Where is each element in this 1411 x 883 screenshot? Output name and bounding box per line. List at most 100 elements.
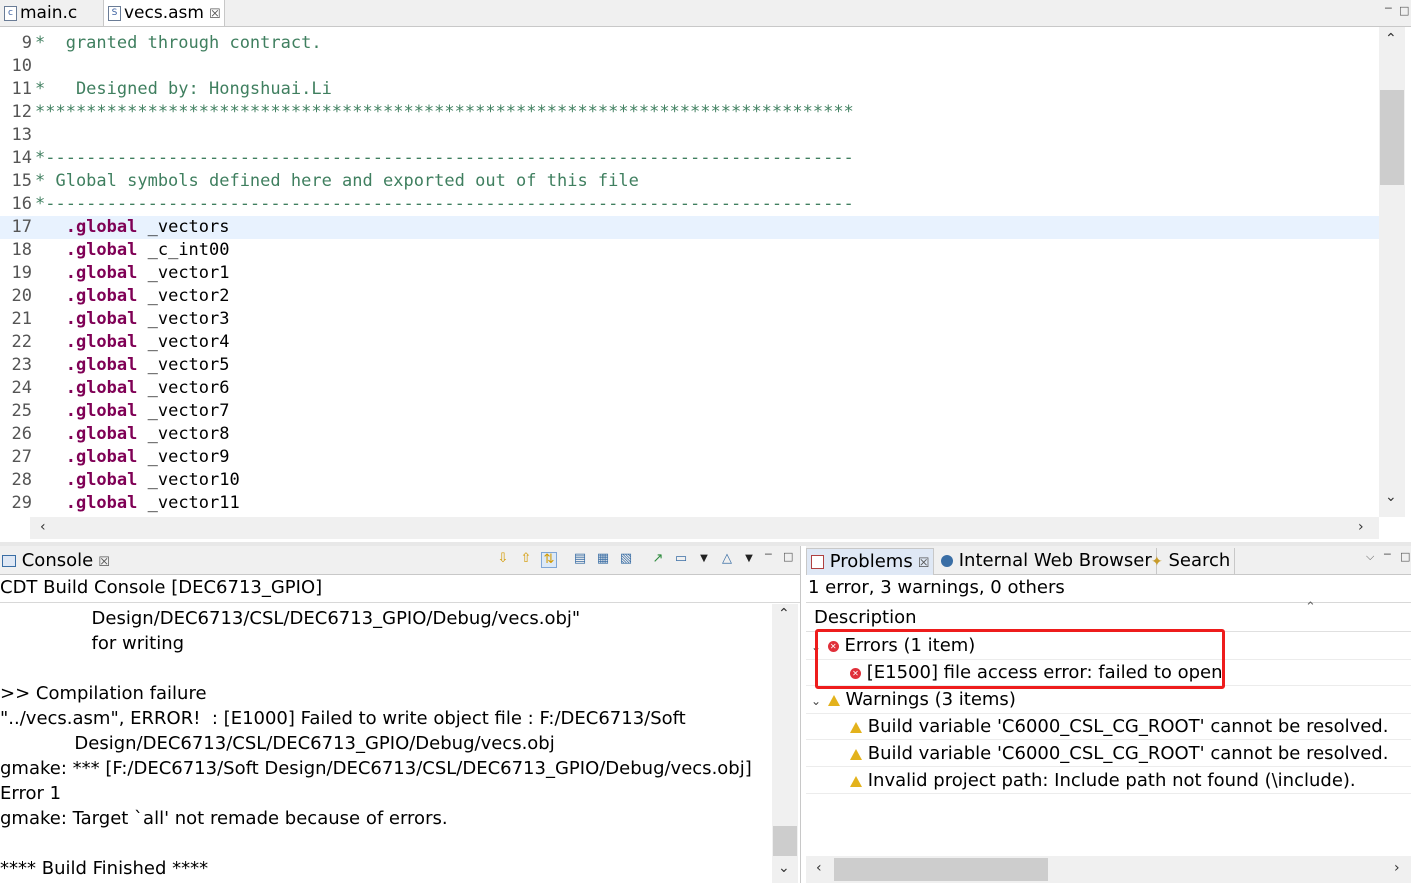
close-icon[interactable]: ☒ bbox=[209, 7, 221, 22]
code-line[interactable]: 21 .global _vector3 bbox=[0, 308, 1379, 331]
scroll-left-arrow-icon[interactable]: ‹ bbox=[816, 860, 822, 876]
sort-ascending-icon[interactable]: ⌃ bbox=[1305, 600, 1316, 615]
tab-main-c[interactable]: c main.c bbox=[0, 0, 102, 26]
console-icon bbox=[2, 555, 16, 567]
editor-horizontal-scrollbar[interactable]: ‹ › bbox=[30, 517, 1379, 539]
dropdown-arrow-icon[interactable]: ▼ bbox=[697, 552, 711, 566]
keyword-token: .global bbox=[65, 401, 138, 421]
problems-scroll-thumb[interactable] bbox=[834, 858, 1048, 881]
problem-warning-row[interactable]: Build variable 'C6000_CSL_CG_ROOT' canno… bbox=[806, 713, 1411, 740]
tab-console[interactable]: Console ☒ bbox=[2, 548, 110, 574]
tab-search[interactable]: ✦ Search bbox=[1151, 548, 1236, 574]
problem-warning-row[interactable]: Invalid project path: Include path not f… bbox=[806, 767, 1411, 794]
code-line[interactable]: 14 *-------------------------------------… bbox=[0, 147, 1379, 170]
code-token: _vector5 bbox=[137, 355, 230, 375]
line-number: 13 bbox=[11, 125, 32, 145]
code-line[interactable]: 19 .global _vector1 bbox=[0, 262, 1379, 285]
console-scroll-thumb[interactable] bbox=[773, 826, 797, 856]
code-line[interactable]: 17 .global _vectors bbox=[0, 216, 1379, 239]
clear-console-icon[interactable]: ▤ bbox=[573, 552, 587, 566]
scroll-down-icon[interactable]: ⇩ bbox=[496, 552, 510, 566]
dropdown-arrow-icon[interactable]: ▼ bbox=[742, 552, 756, 566]
code-line[interactable]: 11 * Designed by: Hongshuai.Li bbox=[0, 78, 1379, 101]
code-line[interactable]: 23 .global _vector5 bbox=[0, 354, 1379, 377]
tab-problems[interactable]: Problems ☒ bbox=[806, 548, 935, 575]
problem-warning-row[interactable]: Build variable 'C6000_CSL_CG_ROOT' canno… bbox=[806, 740, 1411, 767]
console-vertical-scrollbar[interactable]: ⌃ ⌄ bbox=[772, 604, 798, 883]
code-text: .global _vectors bbox=[35, 216, 230, 239]
console-line: Error 1 bbox=[0, 783, 62, 804]
tab-internal-web-browser[interactable]: Internal Web Browser bbox=[941, 548, 1157, 574]
code-editor[interactable]: 9 * granted through contract. 10 11 * Design… bbox=[0, 27, 1379, 517]
minimize-icon[interactable]: ─ bbox=[1385, 2, 1392, 15]
code-line[interactable]: 26 .global _vector8 bbox=[0, 423, 1379, 446]
problems-summary-divider bbox=[806, 602, 1411, 603]
code-token: _vector11 bbox=[137, 493, 240, 513]
scroll-up-arrow-icon[interactable]: ⌃ bbox=[778, 606, 790, 622]
scroll-left-arrow-icon[interactable]: ‹ bbox=[40, 519, 46, 535]
line-number: 16 bbox=[11, 194, 32, 214]
copy-console-icon[interactable]: ▦ bbox=[596, 552, 610, 566]
console-line: Design/DEC6713/CSL/DEC6713_GPIO/Debug/ve… bbox=[0, 608, 581, 629]
comment-token: *---------------------------------------… bbox=[35, 194, 854, 214]
scroll-right-arrow-icon[interactable]: › bbox=[1358, 519, 1364, 535]
code-line[interactable]: 25 .global _vector7 bbox=[0, 400, 1379, 423]
remove-console-icon[interactable]: ▧ bbox=[619, 552, 633, 566]
comment-token: * Designed by: Hongshuai.Li bbox=[35, 79, 332, 99]
code-line[interactable]: 13 bbox=[0, 124, 1379, 147]
code-text: .global _vector4 bbox=[35, 331, 230, 354]
maximize-icon[interactable]: □ bbox=[783, 550, 793, 563]
code-line[interactable]: 10 bbox=[0, 55, 1379, 78]
c-file-icon: c bbox=[4, 5, 17, 21]
console-line: "../vecs.asm", ERROR! : [E1000] Failed t… bbox=[0, 708, 686, 729]
tab-label: Problems bbox=[829, 551, 913, 572]
code-line[interactable]: 18 .global _c_int00 bbox=[0, 239, 1379, 262]
scroll-up-icon[interactable]: ⇧ bbox=[519, 552, 533, 566]
scroll-down-arrow-icon[interactable]: ⌄ bbox=[1385, 489, 1397, 505]
code-line[interactable]: 12 **************************************… bbox=[0, 101, 1379, 124]
pin-console-icon[interactable]: ↗ bbox=[651, 552, 665, 566]
minimize-icon[interactable]: ─ bbox=[765, 548, 772, 561]
new-console-icon[interactable]: △ bbox=[720, 552, 734, 566]
minimize-icon[interactable]: ─ bbox=[1384, 548, 1391, 561]
close-icon[interactable]: ☒ bbox=[98, 555, 110, 570]
code-line[interactable]: 29 .global _vector11 bbox=[0, 492, 1379, 515]
editor-scroll-thumb[interactable] bbox=[1380, 90, 1404, 185]
line-number: 9 bbox=[21, 33, 32, 53]
problems-horizontal-scrollbar[interactable]: ‹ › bbox=[806, 856, 1411, 883]
view-menu-icon[interactable]: ⌵ bbox=[1366, 550, 1374, 564]
code-line[interactable]: 9 * granted through contract. bbox=[0, 32, 1379, 55]
console-output[interactable]: Design/DEC6713/CSL/DEC6713_GPIO/Debug/ve… bbox=[0, 606, 772, 883]
keyword-token: .global bbox=[65, 378, 138, 398]
collapse-chevron-icon[interactable]: ⌄ bbox=[810, 688, 822, 715]
code-text: .global _vector5 bbox=[35, 354, 230, 377]
warnings-group-row[interactable]: ⌄ Warnings (3 items) bbox=[806, 686, 1411, 714]
scroll-lock-icon[interactable]: ⇅ bbox=[541, 552, 557, 568]
code-line[interactable]: 22 .global _vector4 bbox=[0, 331, 1379, 354]
code-line[interactable]: 20 .global _vector2 bbox=[0, 285, 1379, 308]
code-line[interactable]: 27 .global _vector9 bbox=[0, 446, 1379, 469]
code-line[interactable]: 16 *-------------------------------------… bbox=[0, 193, 1379, 216]
problems-icon bbox=[811, 555, 824, 569]
maximize-icon[interactable]: □ bbox=[1399, 4, 1409, 17]
editor-vertical-scrollbar[interactable]: ⌃ ⌄ bbox=[1379, 27, 1405, 517]
column-header-description[interactable]: Description ⌃ bbox=[806, 600, 1411, 632]
code-line[interactable]: 24 .global _vector6 bbox=[0, 377, 1379, 400]
scroll-up-arrow-icon[interactable]: ⌃ bbox=[1385, 31, 1397, 47]
code-line[interactable]: 15 * Global symbols defined here and expo… bbox=[0, 170, 1379, 193]
line-number: 17 bbox=[11, 217, 32, 237]
code-line[interactable]: 28 .global _vector10 bbox=[0, 469, 1379, 492]
tab-label: Internal Web Browser bbox=[958, 550, 1152, 571]
code-text: *---------------------------------------… bbox=[35, 147, 854, 170]
code-text: .global _vector1 bbox=[35, 262, 230, 285]
tab-vecs-asm[interactable]: Svecs.asm ☒ bbox=[103, 0, 225, 26]
asm-file-icon: S bbox=[108, 5, 121, 21]
maximize-icon[interactable]: □ bbox=[1400, 550, 1410, 563]
scroll-right-arrow-icon[interactable]: › bbox=[1394, 860, 1400, 876]
keyword-token: .global bbox=[65, 217, 138, 237]
close-icon[interactable]: ☒ bbox=[918, 556, 930, 571]
code-text: * Global symbols defined here and export… bbox=[35, 170, 639, 193]
display-console-icon[interactable]: ▭ bbox=[674, 552, 688, 566]
scroll-down-arrow-icon[interactable]: ⌄ bbox=[778, 860, 790, 876]
